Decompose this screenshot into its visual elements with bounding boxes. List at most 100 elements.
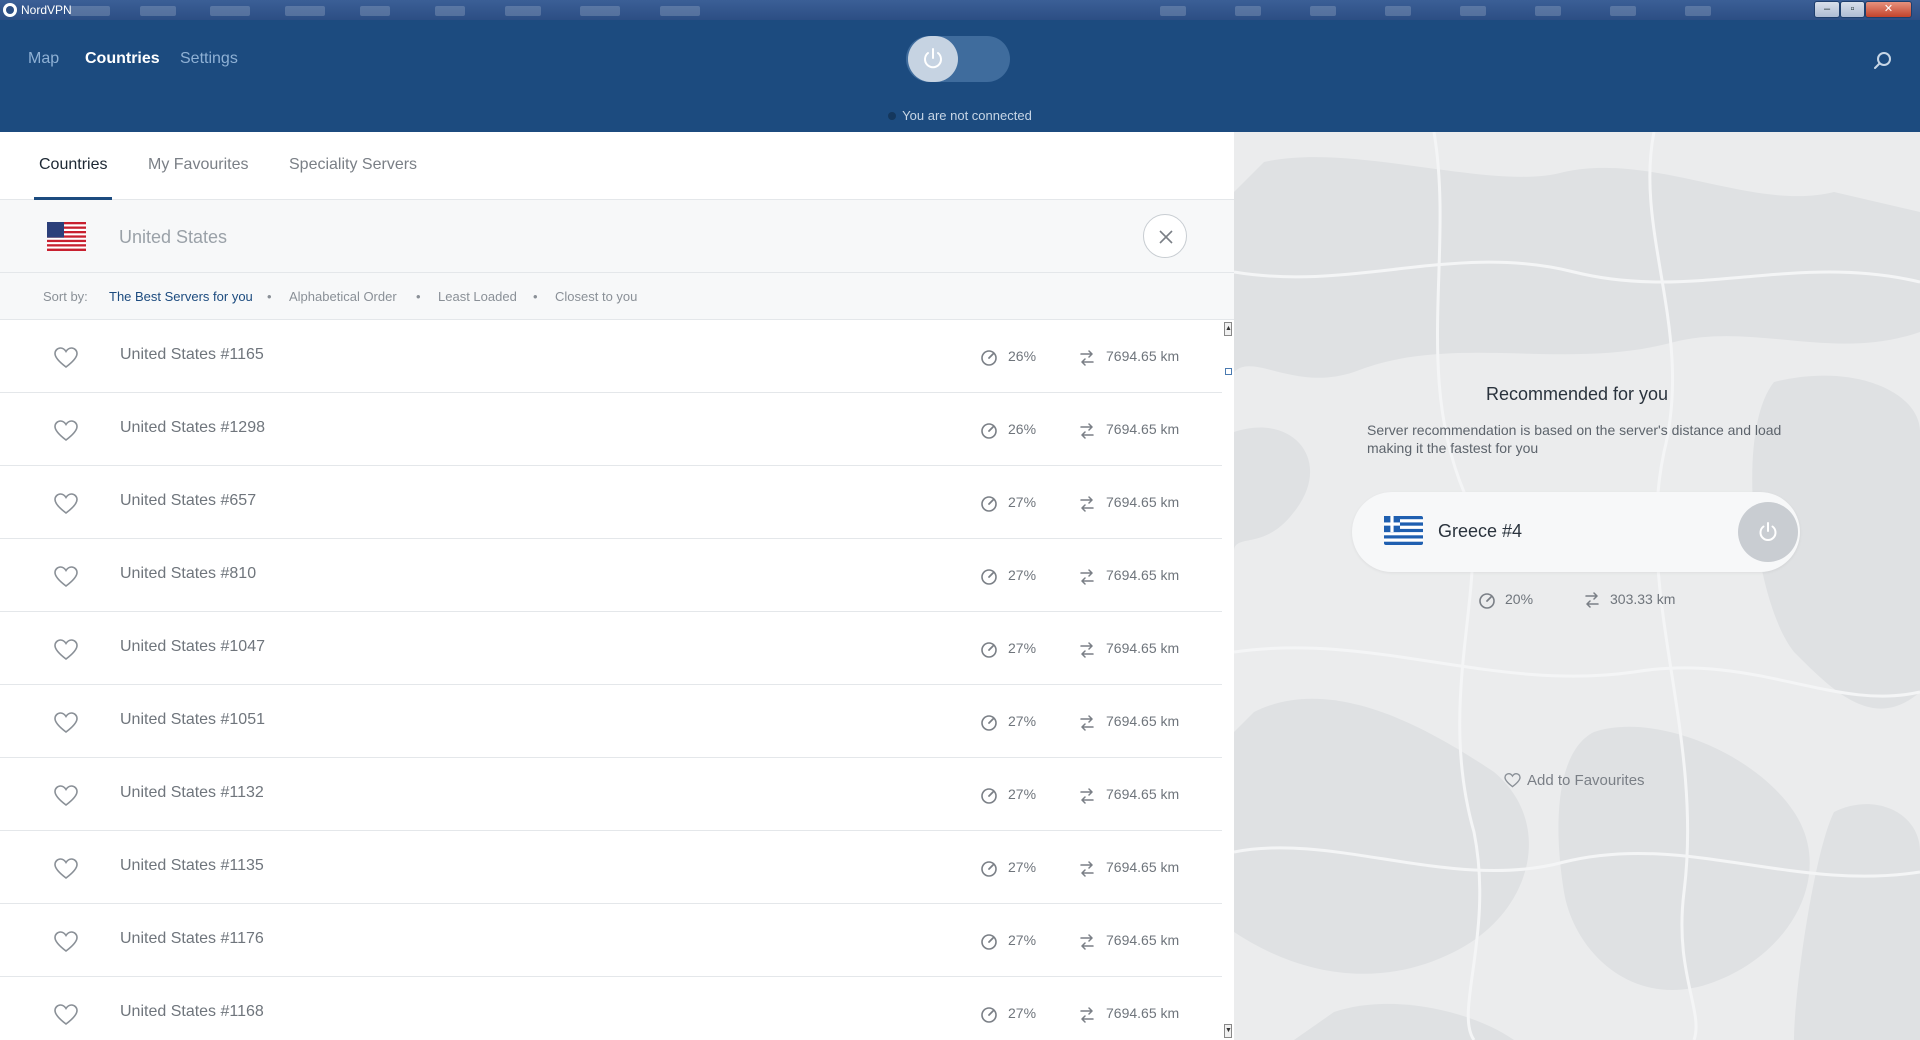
panel-tabs: Countries My Favourites Speciality Serve… (0, 132, 1234, 200)
server-row[interactable]: United States #657 27% 7694.65 km (0, 466, 1222, 539)
sort-label: Sort by: (43, 289, 88, 304)
greece-flag-icon (1384, 516, 1423, 545)
minimize-button[interactable]: – (1814, 1, 1840, 18)
heart-icon[interactable] (54, 785, 78, 807)
scroll-up-arrow[interactable]: ▲ (1224, 322, 1232, 336)
maximize-button[interactable]: ▫ (1840, 1, 1865, 18)
nav-map[interactable]: Map (28, 50, 59, 68)
sort-alphabetical[interactable]: Alphabetical Order (289, 289, 397, 304)
recommended-description: Server recommendation is based on the se… (1367, 422, 1782, 456)
heart-icon[interactable] (54, 1004, 78, 1026)
distance-icon (1585, 592, 1599, 608)
distance-icon (1079, 1007, 1095, 1023)
distance-icon (1079, 496, 1095, 512)
server-load: 27% (1008, 567, 1037, 583)
map-background (1234, 132, 1920, 1040)
load-gauge-icon (980, 495, 998, 513)
toggle-knob[interactable] (908, 36, 958, 82)
sort-least-loaded[interactable]: Least Loaded (438, 289, 517, 304)
tab-speciality-servers[interactable]: Speciality Servers (289, 156, 417, 174)
server-load: 27% (1008, 640, 1037, 656)
distance-icon (1079, 569, 1095, 585)
server-distance: 7694.65 km (1106, 348, 1180, 364)
heart-icon[interactable] (54, 420, 78, 442)
server-list: United States #1165 26% 7694.65 km United S… (0, 320, 1222, 1040)
heart-icon[interactable] (54, 931, 78, 953)
recommended-title: Recommended for you (1485, 384, 1669, 404)
add-to-favourites-button[interactable]: Add to Favourites (1504, 772, 1645, 789)
recommended-load: 20% (1505, 591, 1534, 607)
server-row[interactable]: United States #1132 27% 7694.65 km (0, 758, 1222, 831)
server-load: 26% (1008, 348, 1037, 364)
add-to-favourites-label: Add to Favourites (1527, 772, 1645, 789)
server-name: United States #1298 (120, 419, 265, 436)
close-window-button[interactable]: ✕ (1865, 1, 1912, 18)
heart-icon[interactable] (54, 858, 78, 880)
server-row[interactable]: United States #1051 27% 7694.65 km (0, 685, 1222, 758)
recommended-server-card[interactable]: Greece #4 (1352, 492, 1800, 572)
load-gauge-icon (980, 787, 998, 805)
load-gauge-icon (980, 860, 998, 878)
server-name: United States #1165 (120, 346, 264, 363)
server-name: United States #657 (120, 492, 257, 509)
server-name: United States #810 (120, 565, 257, 582)
heart-icon[interactable] (54, 639, 78, 661)
server-row[interactable]: United States #1168 27% 7694.65 km (0, 977, 1222, 1040)
heart-icon[interactable] (54, 347, 78, 369)
sort-best-servers[interactable]: The Best Servers for you (109, 289, 253, 304)
server-row[interactable]: United States #1047 27% 7694.65 km (0, 612, 1222, 685)
server-row[interactable]: United States #1298 26% 7694.65 km (0, 393, 1222, 466)
load-gauge-icon (980, 422, 998, 440)
search-icon[interactable] (1872, 50, 1894, 72)
load-gauge-icon (980, 933, 998, 951)
distance-icon (1079, 350, 1095, 366)
server-load: 26% (1008, 421, 1037, 437)
server-distance: 7694.65 km (1106, 1005, 1180, 1021)
server-load: 27% (1008, 786, 1037, 802)
scroll-down-arrow[interactable]: ▼ (1224, 1024, 1232, 1038)
recommended-server-stats: 20% 303.33 km (1234, 589, 1920, 613)
server-row[interactable]: United States #1135 27% 7694.65 km (0, 831, 1222, 904)
scroll-thumb[interactable] (1225, 368, 1232, 375)
nav-countries[interactable]: Countries (85, 50, 160, 68)
distance-icon (1079, 788, 1095, 804)
us-flag-icon (47, 222, 86, 251)
server-distance: 7694.65 km (1106, 859, 1180, 875)
recommended-distance: 303.33 km (1610, 591, 1676, 607)
server-load: 27% (1008, 1005, 1037, 1021)
heart-icon[interactable] (54, 493, 78, 515)
tab-my-favourites[interactable]: My Favourites (148, 156, 248, 174)
country-search-input[interactable] (117, 222, 917, 252)
server-distance: 7694.65 km (1106, 786, 1180, 802)
server-row[interactable]: United States #810 27% 7694.65 km (0, 539, 1222, 612)
server-distance: 7694.65 km (1106, 640, 1180, 656)
server-distance: 7694.65 km (1106, 567, 1180, 583)
sort-closest[interactable]: Closest to you (555, 289, 637, 304)
app-header: Map Countries Settings You are not conne… (0, 20, 1920, 132)
load-gauge-icon (980, 568, 998, 586)
server-row[interactable]: United States #1176 27% 7694.65 km (0, 904, 1222, 977)
country-search-bar (0, 200, 1234, 273)
list-scrollbar[interactable]: ▲ ▼ (1222, 320, 1234, 1040)
quick-connect-button[interactable] (1738, 502, 1798, 562)
connect-toggle[interactable] (906, 36, 1010, 82)
power-icon (1759, 522, 1777, 541)
server-row[interactable]: United States #1165 26% 7694.65 km (0, 320, 1222, 393)
window-titlebar: NordVPN – ▫ ✕ (0, 0, 1920, 20)
server-name: United States #1168 (120, 1003, 264, 1020)
server-load: 27% (1008, 932, 1037, 948)
server-distance: 7694.65 km (1106, 713, 1180, 729)
distance-icon (1079, 861, 1095, 877)
recommended-server-name: Greece #4 (1438, 521, 1523, 541)
taskbar-thumbnails (60, 4, 1760, 18)
tab-countries[interactable]: Countries (39, 156, 107, 174)
load-gauge-icon (1479, 593, 1495, 609)
status-dot-icon (888, 112, 897, 120)
heart-icon[interactable] (54, 712, 78, 734)
server-load: 27% (1008, 859, 1037, 875)
clear-search-button[interactable] (1143, 214, 1187, 258)
nav-settings[interactable]: Settings (180, 50, 238, 68)
load-gauge-icon (980, 349, 998, 367)
heart-icon[interactable] (54, 566, 78, 588)
status-text: You are not connected (902, 108, 1032, 123)
